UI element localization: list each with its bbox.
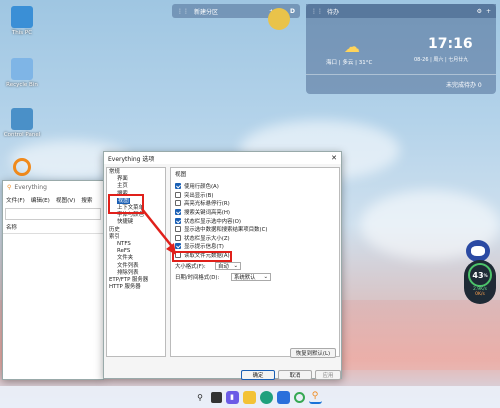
monitor-icon xyxy=(11,6,33,28)
option-row[interactable]: 突出显示(B) xyxy=(175,191,335,200)
desktop-icon-this-pc[interactable]: This PC xyxy=(0,6,44,36)
date-format-select[interactable]: 系统默认 ⌄ xyxy=(231,273,271,282)
desktop-icon-control-panel[interactable]: Control Panel xyxy=(0,108,44,138)
chevron-down-icon: ⌄ xyxy=(263,274,268,281)
desktop-icon-label: Control Panel xyxy=(3,132,41,138)
select-value: 自动 xyxy=(218,263,229,270)
partition-title: 新建分区 xyxy=(194,8,219,16)
weather-widget: ⋮⋮ 待办 ⚙ + ☁ 海口 | 多云 | 31°C 17:16 08-26 |… xyxy=(306,4,496,94)
size-format-row: 大小格式(F): 自动 ⌄ xyxy=(175,261,335,270)
ok-button[interactable]: 确定 xyxy=(241,370,275,380)
highlight-box xyxy=(108,194,144,214)
highlight-box xyxy=(172,251,232,262)
options-panel: 视图 使用行颜色(A) 突出显示(B) 高亮光标悬停行(R) 搜索关键词高亮(H… xyxy=(170,167,340,357)
chat-icon[interactable]: ▮ xyxy=(225,390,239,404)
column-header-name[interactable]: 名称 xyxy=(3,221,103,234)
option-label: 状态栏显示大小(Z) xyxy=(184,235,230,242)
checkbox[interactable] xyxy=(175,183,181,190)
browser-icon[interactable] xyxy=(293,391,305,403)
start-icon[interactable] xyxy=(179,392,190,403)
divider xyxy=(306,74,496,75)
option-label: 显示提示信息(T) xyxy=(184,244,224,251)
chevron-down-icon: ⌄ xyxy=(233,262,238,269)
option-label: 突出显示(B) xyxy=(184,192,214,199)
option-label: 使用行颜色(A) xyxy=(184,184,219,191)
option-row[interactable]: 使用行颜色(A) xyxy=(175,182,335,191)
weather-location: 海口 | 多云 | 31°C xyxy=(326,60,373,66)
menu-edit[interactable]: 编辑(E) xyxy=(31,196,50,204)
search-icon[interactable]: ⚲ xyxy=(194,391,207,404)
mascot-icon xyxy=(268,8,290,30)
partly-cloudy-icon: ☁ xyxy=(344,37,360,56)
date-format-row: 日期/时间格式(D): 系统默认 ⌄ xyxy=(175,273,335,282)
widget-header: 待办 xyxy=(327,8,340,16)
apply-button[interactable]: 应用 xyxy=(315,370,341,380)
recycle-bin-icon xyxy=(11,58,33,80)
size-format-select[interactable]: 自动 ⌄ xyxy=(215,261,241,270)
option-row-show-tooltip[interactable]: 显示提示信息(T) xyxy=(175,242,335,251)
option-label: 显示选中数据和搜索结果项目数(C) xyxy=(184,227,268,234)
net-down: 0K/s xyxy=(475,292,485,297)
option-label: 高亮光标悬停行(R) xyxy=(184,201,230,208)
menu-file[interactable]: 文件(F) xyxy=(6,196,25,204)
control-panel-icon xyxy=(11,108,33,130)
desktop-icon-label: This PC xyxy=(11,30,33,36)
desktop-icon-app[interactable] xyxy=(0,158,44,178)
date-format-label: 日期/时间格式(D): xyxy=(175,275,220,282)
gauge-unit: % xyxy=(483,272,488,278)
select-value: 系统默认 xyxy=(234,275,256,282)
explorer-icon[interactable] xyxy=(242,390,256,404)
everything-logo-icon: ⚲ xyxy=(7,183,12,191)
clock-date: 08-26 | 周六 | 七月廿九 xyxy=(414,57,469,63)
everything-icon[interactable]: ⚲ xyxy=(308,391,322,404)
search-input[interactable] xyxy=(5,208,101,220)
cancel-button[interactable]: 取消 xyxy=(278,370,312,380)
checkbox[interactable] xyxy=(175,191,181,198)
option-label: 搜索关键词高亮(H) xyxy=(184,210,230,217)
option-row[interactable]: 状态栏显示大小(Z) xyxy=(175,234,335,243)
size-format-label: 大小格式(F): xyxy=(175,263,206,270)
todo-count: 未完成待办 0 xyxy=(446,82,482,89)
option-row[interactable]: 搜索关键词高亮(H) xyxy=(175,208,335,217)
option-row[interactable]: 显示选中数据和搜索结果项目数(C) xyxy=(175,225,335,234)
close-icon[interactable]: ✕ xyxy=(331,154,337,162)
store-icon[interactable] xyxy=(276,390,290,404)
restore-defaults-button[interactable]: 恢复到默认(L) xyxy=(290,348,336,358)
option-row[interactable]: 高亮光标悬停行(R) xyxy=(175,199,335,208)
clock-time: 17:16 xyxy=(428,36,473,52)
everything-options-dialog: Everything 选项 ✕ 常规 界面 主页 搜索 视图 上下文菜单 字体与… xyxy=(103,151,342,380)
section-title: 视图 xyxy=(175,172,187,178)
robot-mascot-icon xyxy=(463,232,493,262)
everything-main-window: ⚲ Everything 文件(F) 编辑(E) 视图(V) 搜索 名称 xyxy=(2,180,104,380)
menu-view[interactable]: 视图(V) xyxy=(56,196,75,204)
window-title: Everything xyxy=(14,183,47,191)
drive-tag: D xyxy=(290,7,295,15)
grid-icon: ⋮⋮ xyxy=(177,7,189,15)
system-monitor-widget[interactable]: 43% 2.9K/s 0K/s xyxy=(464,260,496,304)
menu-search[interactable]: 搜索 xyxy=(81,196,92,204)
tree-item-file-lists[interactable]: 文件列表 xyxy=(109,263,163,270)
desktop-icon-label: Recycle Bin xyxy=(6,82,38,88)
cpu-gauge: 43% xyxy=(468,263,492,287)
settings-icon[interactable]: ⚙ xyxy=(477,8,482,15)
option-row[interactable]: 状态栏显示选中内容(O) xyxy=(175,216,335,225)
edge-icon[interactable] xyxy=(259,390,273,404)
arrow-icon xyxy=(141,208,176,255)
tree-item-exclude[interactable]: 排除列表 xyxy=(109,270,163,277)
gauge-value: 43 xyxy=(472,270,484,280)
dialog-title: Everything 选项 xyxy=(108,155,155,163)
desktop-icon-recycle-bin[interactable]: Recycle Bin xyxy=(0,58,44,88)
taskbar: ⚲ ▮ ⚲ xyxy=(0,386,500,408)
tree-item-http[interactable]: HTTP 服务器 xyxy=(109,284,163,291)
app-circle-icon xyxy=(13,158,31,176)
widgets-icon[interactable] xyxy=(210,391,222,403)
tree-item-home[interactable]: 主页 xyxy=(109,183,163,190)
option-label: 状态栏显示选中内容(O) xyxy=(184,218,241,225)
add-icon[interactable]: + xyxy=(486,8,491,15)
grid-icon: ⋮⋮ xyxy=(311,7,323,15)
